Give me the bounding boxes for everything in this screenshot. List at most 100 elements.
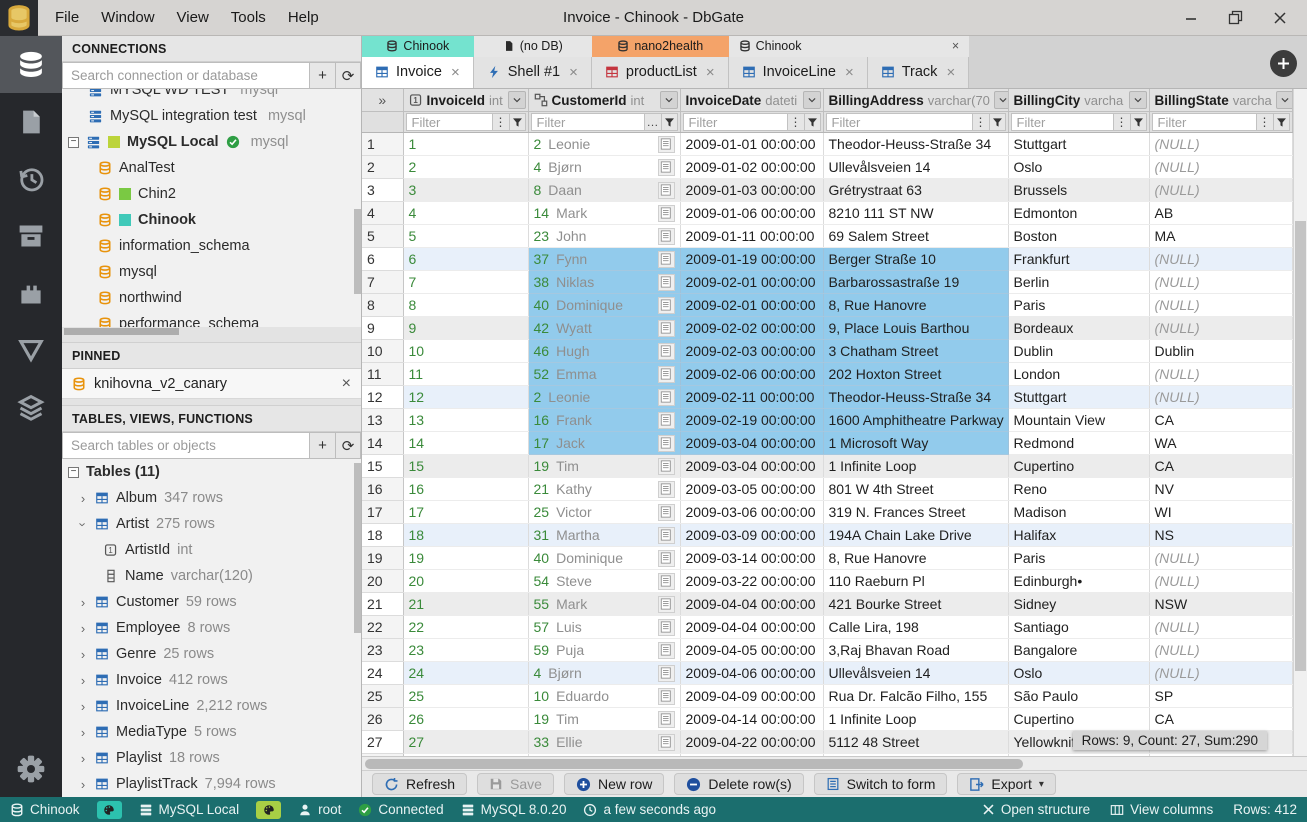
cell-billingstate[interactable]: (NULL) — [1149, 362, 1293, 386]
cell-invoiceid[interactable]: 19 — [403, 546, 529, 570]
minimize-icon[interactable] — [1184, 11, 1198, 25]
filter-funnel-button[interactable] — [660, 113, 678, 131]
cell-billingcity[interactable]: Boston — [1008, 224, 1150, 248]
cell-billingaddress[interactable]: Berger Straße 10 — [823, 247, 1009, 271]
filter-menu-button[interactable]: ⋮ — [1112, 113, 1130, 131]
row-number[interactable]: 25 — [362, 684, 404, 708]
cell-billingcity[interactable]: Cupertino — [1008, 454, 1150, 478]
row-number[interactable]: 16 — [362, 477, 404, 501]
connections-scrollbar[interactable] — [354, 209, 361, 294]
cell-billingstate[interactable]: WI — [1149, 500, 1293, 524]
open-reference-button[interactable] — [657, 250, 675, 268]
column-header-customer[interactable]: CustomerId int — [528, 89, 681, 112]
open-reference-button[interactable] — [657, 595, 675, 613]
open-reference-button[interactable] — [657, 710, 675, 728]
cell-billingcity[interactable]: Berlin — [1008, 270, 1150, 294]
table-item-employee[interactable]: › Employee 8 rows — [62, 615, 361, 641]
status-item-chinook[interactable]: Chinook — [10, 802, 80, 817]
cell-billingstate[interactable]: (NULL) — [1149, 247, 1293, 271]
row-number[interactable]: 10 — [362, 339, 404, 363]
table-item-playlisttrack[interactable]: › PlaylistTrack 7,994 rows — [62, 771, 361, 797]
cell-invoicedate[interactable]: 2009-01-06 00:00:00 — [680, 201, 824, 225]
cell-billingaddress[interactable]: 1 Infinite Loop — [823, 454, 1009, 478]
cell-customerid[interactable]: 55 Mark — [528, 592, 681, 616]
cell-billingaddress[interactable]: 1 Infinite Loop — [823, 707, 1009, 731]
cell-customerid[interactable]: 31 Martha — [528, 523, 681, 547]
cell-invoiceid[interactable]: 12 — [403, 385, 529, 409]
cell-billingaddress[interactable]: 319 N. Frances Street — [823, 500, 1009, 524]
open-reference-button[interactable] — [657, 687, 675, 705]
cell-billingcity[interactable]: Frankfurt — [1008, 247, 1150, 271]
cell-billingstate[interactable]: (NULL) — [1149, 178, 1293, 202]
cell-customerid[interactable]: 25 Victor — [528, 500, 681, 524]
open-reference-button[interactable] — [657, 158, 675, 176]
cell-invoiceid[interactable]: 22 — [403, 615, 529, 639]
cell-invoiceid[interactable]: 5 — [403, 224, 529, 248]
open-reference-button[interactable] — [657, 480, 675, 498]
refresh-button[interactable]: Refresh — [372, 773, 468, 795]
connections-search-input[interactable] — [62, 62, 309, 89]
connection-item[interactable]: mysql — [62, 259, 361, 285]
save-button[interactable]: Save — [477, 773, 554, 795]
export-button[interactable]: Export ▾ — [957, 773, 1056, 795]
tab-invoiceline[interactable]: InvoiceLine × — [728, 56, 868, 88]
rail-item-plugin[interactable] — [0, 264, 62, 321]
row-number[interactable]: 24 — [362, 661, 404, 685]
column-menu-button[interactable] — [507, 91, 526, 109]
cell-billingaddress[interactable]: 3,Raj Bhavan Road — [823, 638, 1009, 662]
cell-billingaddress[interactable]: Ullevålsveien 14 — [823, 155, 1009, 179]
cell-billingcity[interactable]: Santiago — [1008, 615, 1150, 639]
open-reference-button[interactable] — [657, 135, 675, 153]
table-item-artist[interactable]: › Artist 275 rows — [62, 511, 361, 537]
row-number[interactable]: 20 — [362, 569, 404, 593]
refresh-connections-button[interactable]: ⟳ — [335, 62, 361, 89]
add-connection-button[interactable]: + — [309, 62, 335, 89]
cell-billingstate[interactable]: SP — [1149, 684, 1293, 708]
row-number[interactable]: 12 — [362, 385, 404, 409]
cell-invoiceid[interactable]: 8 — [403, 293, 529, 317]
cell-invoicedate[interactable]: 2009-04-05 00:00:00 — [680, 638, 824, 662]
row-number[interactable]: 2 — [362, 155, 404, 179]
cell-billingstate[interactable]: WA — [1149, 431, 1293, 455]
cell-invoicedate[interactable]: 2009-01-11 00:00:00 — [680, 224, 824, 248]
cell-invoiceid[interactable]: 23 — [403, 638, 529, 662]
cell-invoiceid[interactable]: 3 — [403, 178, 529, 202]
cell-invoicedate[interactable]: 2009-03-04 00:00:00 — [680, 431, 824, 455]
add-table-button[interactable]: + — [309, 432, 335, 459]
column-header-state[interactable]: BillingState varcha — [1149, 89, 1293, 112]
open-reference-button[interactable] — [657, 664, 675, 682]
open-reference-button[interactable] — [657, 549, 675, 567]
cell-invoicedate[interactable]: 2009-01-01 00:00:00 — [680, 132, 824, 156]
status-item-a-few-seconds-ago[interactable]: a few seconds ago — [583, 802, 716, 817]
cell-billingstate[interactable]: CA — [1149, 408, 1293, 432]
cell-invoiceid[interactable]: 26 — [403, 707, 529, 731]
connection-item[interactable]: Chinook — [62, 207, 361, 233]
cell-billingaddress[interactable]: Grétrystraat 63 — [823, 178, 1009, 202]
cell-billingstate[interactable]: (NULL) — [1149, 155, 1293, 179]
cell-invoiceid[interactable]: 20 — [403, 569, 529, 593]
cell-customerid[interactable]: 10 Eduardo — [528, 684, 681, 708]
row-number[interactable]: 9 — [362, 316, 404, 340]
cell-invoicedate[interactable]: 2009-02-02 00:00:00 — [680, 316, 824, 340]
table-item-customer[interactable]: › Customer 59 rows — [62, 589, 361, 615]
cell-customerid[interactable]: 2 Leonie — [528, 385, 681, 409]
tab-group-header[interactable]: Chinook — [362, 36, 474, 57]
cell-invoiceid[interactable]: 4 — [403, 201, 529, 225]
connections-hscrollbar[interactable] — [62, 327, 361, 336]
status-item-mysql-local[interactable]: MySQL Local — [139, 802, 239, 817]
cell-invoiceid[interactable]: 24 — [403, 661, 529, 685]
cell-billingaddress[interactable]: Theodor-Heuss-Straße 34 — [823, 132, 1009, 156]
open-reference-button[interactable] — [657, 572, 675, 590]
close-tab-icon[interactable]: × — [946, 64, 955, 81]
rail-item-archive[interactable] — [0, 207, 62, 264]
tables-scrollbar[interactable] — [354, 463, 361, 633]
cell-invoiceid[interactable]: 9 — [403, 316, 529, 340]
cell-billingstate[interactable]: (NULL) — [1149, 569, 1293, 593]
cell-billingcity[interactable]: São Paulo — [1008, 684, 1150, 708]
cell-billingstate[interactable]: (NULL) — [1149, 385, 1293, 409]
row-number[interactable]: 6 — [362, 247, 404, 271]
open-reference-button[interactable] — [657, 319, 675, 337]
open-reference-button[interactable] — [657, 503, 675, 521]
cell-customerid[interactable]: 40 Dominique — [528, 293, 681, 317]
open-reference-button[interactable] — [657, 296, 675, 314]
